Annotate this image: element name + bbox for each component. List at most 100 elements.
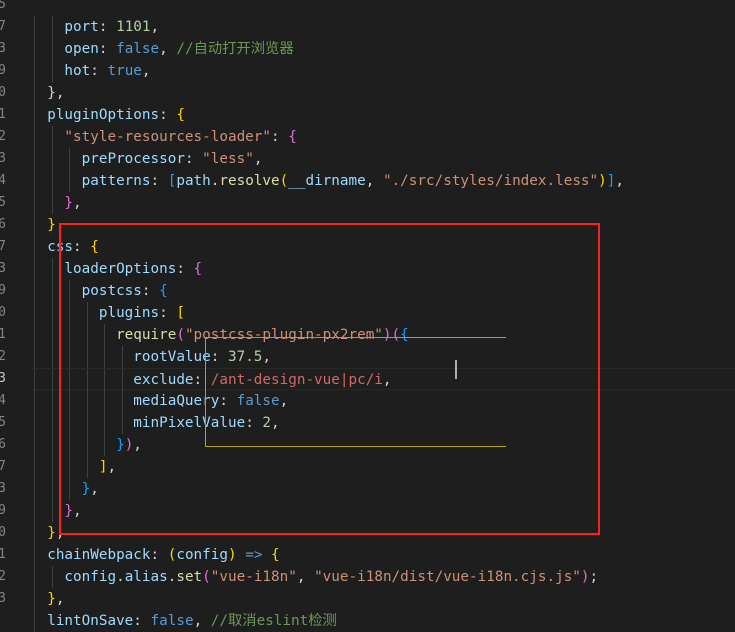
code-token: ) <box>124 437 134 453</box>
indent-guide <box>34 456 35 478</box>
code-line[interactable] <box>30 0 735 16</box>
line-number: 5 <box>0 415 6 430</box>
code-token: { <box>288 129 297 145</box>
indent-guide <box>86 434 88 456</box>
code-line[interactable]: plugins: [ <box>30 302 735 324</box>
line-number: 7 <box>0 239 6 254</box>
line-number: 6 <box>0 217 6 232</box>
code-token: postcss <box>30 283 142 299</box>
code-line[interactable]: "style-resources-loader": { <box>30 126 735 148</box>
indent-guide <box>51 148 53 170</box>
code-token: ) <box>382 327 392 343</box>
code-editor[interactable]: 5 7 3 9 0 1 2 3 4 5 6 7 3 9 0 1 2 3 4 5 6 7 3 9 0 1 2 3 port: 1101,… <box>0 0 735 632</box>
code-token: : <box>90 63 108 79</box>
code-token: , <box>262 349 272 365</box>
code-line[interactable]: }, <box>30 192 735 214</box>
code-line[interactable]: }, <box>30 522 735 544</box>
code-line[interactable]: }, <box>30 478 735 500</box>
code-line[interactable]: require("postcss-plugin-px2rem")({ <box>30 324 735 346</box>
indent-guide <box>86 456 88 478</box>
indent-guide <box>34 412 35 434</box>
indent-guide <box>34 16 35 38</box>
code-token: ) <box>580 569 590 585</box>
indent-guide <box>51 280 53 302</box>
indent-guide <box>51 500 53 522</box>
code-token: } <box>30 437 125 453</box>
code-line[interactable]: patterns: [path.resolve(__dirname, "./sr… <box>30 170 735 192</box>
line-number: 2 <box>0 569 6 584</box>
line-number: 1 <box>0 327 6 342</box>
code-token: 1101 <box>116 19 151 35</box>
code-token: { <box>176 107 185 123</box>
indent-guide <box>51 302 53 324</box>
code-token: "style-resources-loader" <box>30 129 272 145</box>
code-token: "./src/styles/index.less" <box>382 173 599 189</box>
indent-guide <box>69 478 70 500</box>
line-number: 5 <box>0 0 6 12</box>
code-token: true <box>107 63 142 79</box>
code-token: port <box>30 19 99 35</box>
code-line[interactable]: postcss: { <box>30 280 735 302</box>
indent-guide <box>121 412 123 434</box>
indent-guide <box>69 148 70 170</box>
indent-guide <box>51 16 53 38</box>
code-token: config <box>176 547 228 563</box>
code-line[interactable]: exclude: /ant-design-vue|pc/i, <box>30 368 735 391</box>
code-line[interactable]: }, <box>30 82 735 104</box>
line-number: 0 <box>0 85 6 100</box>
indent-guide <box>69 324 70 346</box>
code-token: : <box>271 129 289 145</box>
indent-guide <box>34 214 35 236</box>
indent-guide <box>121 346 123 368</box>
code-token: false <box>236 393 280 409</box>
code-token: alias <box>124 569 168 585</box>
indent-guide <box>86 412 88 434</box>
code-token: /ant-design-vue|pc/i <box>210 372 383 388</box>
indent-guide <box>69 369 70 391</box>
code-line[interactable]: }, <box>30 214 735 236</box>
code-line[interactable]: lintOnSave: false, //取消eslint检测 <box>30 610 735 632</box>
indent-guide <box>104 324 105 346</box>
code-line[interactable]: ], <box>30 456 735 478</box>
indent-guide <box>34 346 35 368</box>
code-line[interactable]: preProcessor: "less", <box>30 148 735 170</box>
code-token: , <box>296 569 315 585</box>
code-token: patterns <box>30 173 151 189</box>
line-number: 3 <box>0 591 6 606</box>
code-line[interactable]: }), <box>30 434 735 456</box>
code-token: { <box>271 547 280 563</box>
indent-guide <box>69 456 70 478</box>
code-area[interactable]: port: 1101, open: false, //自动打开浏览器 hot: … <box>30 0 735 632</box>
code-token: : <box>73 239 91 255</box>
code-token: }, <box>30 85 65 101</box>
code-line[interactable]: open: false, //自动打开浏览器 <box>30 38 735 60</box>
indent-guide <box>51 434 53 456</box>
code-line[interactable]: minPixelValue: 2, <box>30 412 735 434</box>
code-token: , <box>107 459 117 475</box>
code-line[interactable]: mediaQuery: false, <box>30 390 735 412</box>
indent-guide <box>69 346 70 368</box>
code-token: ) <box>228 547 237 563</box>
indent-guide <box>121 390 123 412</box>
code-line[interactable]: port: 1101, <box>30 16 735 38</box>
indent-guide <box>51 346 53 368</box>
code-token: : <box>245 415 263 431</box>
code-line[interactable]: config.alias.set("vue-i18n", "vue-i18n/d… <box>30 566 735 588</box>
code-token: : <box>159 107 177 123</box>
code-line[interactable]: pluginOptions: { <box>30 104 735 126</box>
code-line[interactable]: }, <box>30 500 735 522</box>
code-token: } <box>30 481 91 497</box>
code-line[interactable]: loaderOptions: { <box>30 258 735 280</box>
code-line[interactable]: }, <box>30 588 735 610</box>
code-line[interactable]: css: { <box>30 236 735 258</box>
code-line[interactable]: hot: true, <box>30 60 735 82</box>
code-token: : <box>150 173 168 189</box>
indent-guide <box>86 390 88 412</box>
code-line[interactable]: chainWebpack: (config) => { <box>30 544 735 566</box>
line-number: 4 <box>0 393 6 408</box>
code-token: , <box>141 63 151 79</box>
indent-guide <box>34 126 35 148</box>
code-line[interactable]: rootValue: 37.5, <box>30 346 735 368</box>
indent-guide <box>34 60 35 82</box>
code-token: chainWebpack <box>30 547 151 563</box>
